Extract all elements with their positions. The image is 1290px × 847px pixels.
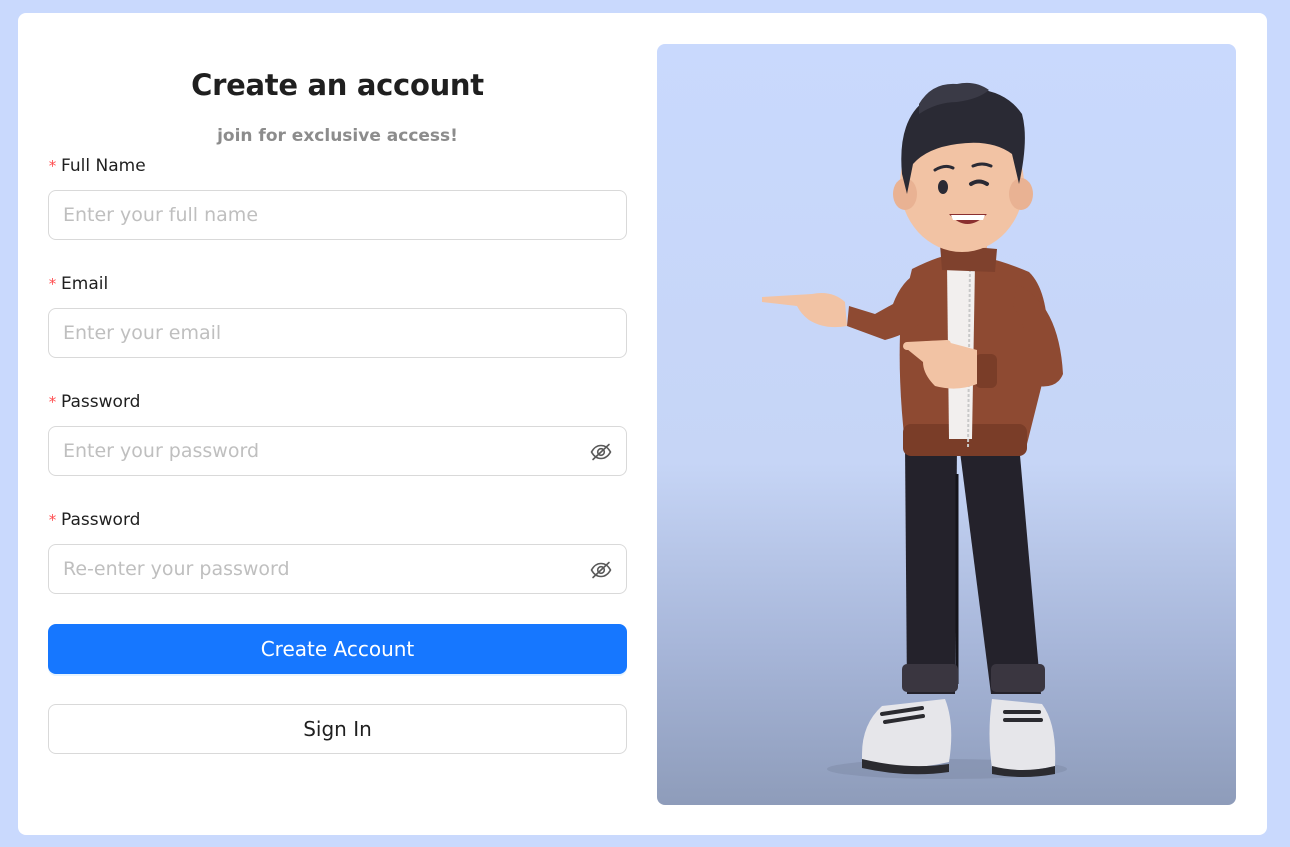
full-name-label-text: Full Name [61, 156, 146, 176]
create-account-button[interactable]: Create Account [48, 624, 627, 674]
signup-card: Create an account join for exclusive acc… [18, 13, 1267, 835]
required-marker: * [48, 393, 58, 411]
eye-invisible-icon[interactable] [589, 558, 613, 582]
required-marker: * [48, 157, 58, 175]
confirm-password-label: * Password [48, 509, 140, 531]
full-name-input[interactable] [63, 191, 583, 239]
confirm-password-input[interactable] [63, 545, 583, 593]
password-input[interactable] [63, 427, 583, 475]
full-name-field[interactable] [48, 190, 627, 240]
email-label-text: Email [61, 274, 109, 294]
email-label: * Email [48, 273, 108, 295]
sign-in-button[interactable]: Sign In [48, 704, 627, 754]
page-title: Create an account [191, 68, 484, 102]
email-field[interactable] [48, 308, 627, 358]
page-subtitle: join for exclusive access! [217, 126, 458, 146]
confirm-password-field[interactable] [48, 544, 627, 594]
required-marker: * [48, 511, 58, 529]
password-label: * Password [48, 391, 140, 413]
required-marker: * [48, 275, 58, 293]
password-field[interactable] [48, 426, 627, 476]
character-illustration [762, 82, 1067, 779]
eye-invisible-icon[interactable] [589, 440, 613, 464]
email-input[interactable] [63, 309, 583, 357]
hero-illustration [657, 44, 1236, 805]
full-name-label: * Full Name [48, 155, 146, 177]
password-label-text: Password [61, 392, 141, 412]
confirm-password-label-text: Password [61, 510, 141, 530]
